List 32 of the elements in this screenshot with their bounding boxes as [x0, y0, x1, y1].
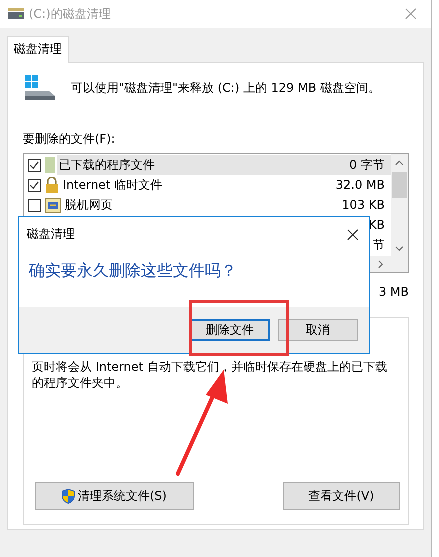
chevron-right-icon[interactable]: [378, 260, 384, 268]
description-text: 页时将会从 Internet 自动下载它们，并临时保存在硬盘上的已下载的程序文件夹中。: [32, 359, 388, 391]
shield-icon: [62, 488, 75, 504]
dialog-title: 磁盘清理: [27, 226, 75, 243]
close-icon[interactable]: [347, 228, 359, 240]
dialog-button[interactable]: 删除文件: [190, 319, 270, 341]
checkbox[interactable]: [28, 158, 41, 172]
window-title: (C:)的磁盘清理: [29, 6, 112, 22]
file-row[interactable]: 脱机网页 103 KB: [63, 195, 391, 215]
chevron-down-icon[interactable]: [395, 246, 404, 252]
lock-icon: [45, 177, 59, 193]
total-size: 3 MB: [378, 285, 409, 299]
drive-icon: [25, 75, 55, 101]
dialog-message: 确实要永久删除这些文件吗？: [29, 261, 237, 282]
summary-text: 可以使用"磁盘清理"来释放 (C:) 上的 129 MB 磁盘空间。: [71, 80, 380, 96]
tab[interactable]: 磁盘清理: [7, 36, 69, 63]
dialog-button[interactable]: 取消: [278, 319, 358, 341]
file-row[interactable]: Internet 临时文件 32.0 MB: [61, 175, 391, 195]
file-size: 节: [373, 236, 386, 254]
action-button[interactable]: 查看文件(V): [283, 482, 400, 510]
chevron-up-icon[interactable]: [395, 160, 404, 166]
file-row[interactable]: 已下载的程序文件 0 字节: [57, 155, 391, 175]
folder-icon: [45, 157, 55, 173]
drive-icon: [8, 8, 24, 20]
web-page-icon: [45, 198, 61, 212]
files-label: 要删除的文件(F):: [23, 131, 116, 148]
checkbox[interactable]: [28, 178, 41, 192]
action-button[interactable]: 清理系统文件(S): [35, 482, 194, 510]
scroll-thumb[interactable]: [392, 172, 407, 198]
checkbox[interactable]: [28, 198, 41, 212]
scrollbar[interactable]: [391, 154, 408, 256]
file-size: KB: [368, 218, 386, 232]
